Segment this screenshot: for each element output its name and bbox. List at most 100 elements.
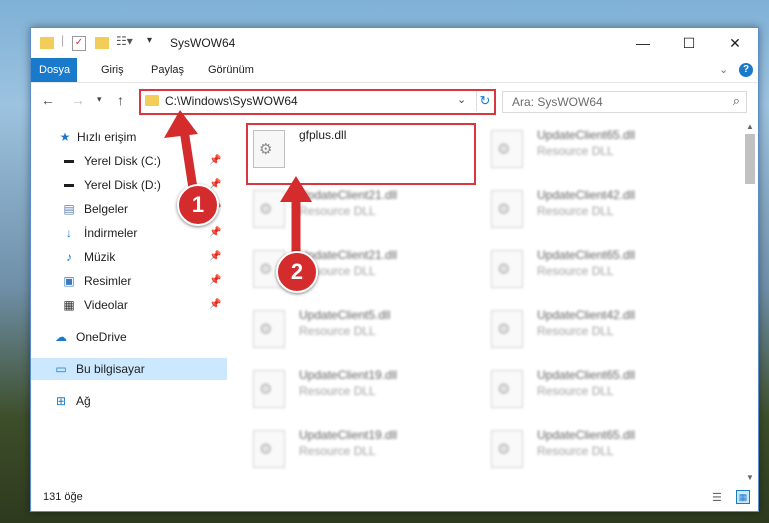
pictures-icon: ▣ xyxy=(63,274,75,288)
forward-arrow-icon[interactable]: → xyxy=(71,92,85,108)
sidebar-item-label: Bu bilgisayar xyxy=(76,362,145,376)
customize-icon[interactable]: ☷▾ xyxy=(116,34,133,50)
dll-file-icon: ⚙ xyxy=(253,430,285,468)
file-item[interactable]: ⚙ UpdateClient42.dll Resource DLL xyxy=(465,300,695,356)
scrollbar-thumb[interactable] xyxy=(745,134,755,184)
item-count: 131 öğe xyxy=(43,491,83,503)
step-badge-1: 1 xyxy=(177,184,219,226)
file-name: UpdateClient65.dll xyxy=(537,128,636,142)
window-title: SysWOW64 xyxy=(170,36,236,50)
details-view-icon[interactable]: ☰ xyxy=(712,491,722,504)
vertical-scrollbar[interactable]: ▲ ▼ xyxy=(743,120,757,485)
file-type: Resource DLL xyxy=(537,204,614,218)
sidebar-item-label: Resimler xyxy=(84,274,132,288)
address-row: ← → ▾ ↑ C:\Windows\SysWOW64 ⌄ ↻ Ara: Sys… xyxy=(31,83,758,117)
sidebar-item-label: Müzik xyxy=(84,250,116,264)
pin-icon[interactable]: 📌 xyxy=(209,294,221,316)
file-name: UpdateClient65.dll xyxy=(537,368,636,382)
file-type: Resource DLL xyxy=(537,444,614,458)
explorer-window: | ✓ ☷▾ ▾ SysWOW64 — ☐ ✕ Dosya Giriş Payl… xyxy=(30,27,759,512)
ribbon-tabs: Dosya Giriş Paylaş Görünüm ⌄ ? xyxy=(31,58,758,83)
file-item[interactable]: ⚙ UpdateClient65.dll Resource DLL xyxy=(465,240,695,296)
recent-dropdown-icon[interactable]: ▾ xyxy=(97,94,102,105)
chevron-down-icon[interactable]: ⌄ xyxy=(719,63,728,76)
help-icon[interactable]: ? xyxy=(739,63,753,77)
file-type: Resource DLL xyxy=(537,384,614,398)
tab-view[interactable]: Görünüm xyxy=(198,58,264,82)
search-input[interactable]: Ara: SysWOW64 ⌕ xyxy=(502,91,747,113)
cloud-icon: ☁ xyxy=(55,330,67,344)
document-icon: ▤ xyxy=(63,202,75,216)
properties-icon[interactable]: ✓ xyxy=(72,36,86,51)
computer-icon: ▭ xyxy=(55,362,67,376)
dll-file-icon: ⚙ xyxy=(491,370,523,408)
sidebar-item-label: Hızlı erişim xyxy=(77,130,137,144)
file-item[interactable]: ⚙ UpdateClient65.dll Resource DLL xyxy=(465,420,695,476)
dll-file-icon: ⚙ xyxy=(491,430,523,468)
file-item[interactable]: ⚙ UpdateClient21.dll Resource DLL xyxy=(227,180,457,236)
sidebar-item-label: Yerel Disk (D:) xyxy=(84,178,161,192)
search-placeholder: Ara: SysWOW64 xyxy=(512,95,603,109)
file-type: Resource DLL xyxy=(299,324,376,338)
file-name: UpdateClient65.dll xyxy=(537,248,636,262)
file-type: Resource DLL xyxy=(537,264,614,278)
sidebar-item-label: Belgeler xyxy=(84,202,129,216)
title-bar: | ✓ ☷▾ ▾ SysWOW64 — ☐ ✕ xyxy=(31,28,758,58)
sidebar-item-label: OneDrive xyxy=(76,330,127,344)
file-item[interactable]: ⚙ UpdateClient19.dll Resource DLL xyxy=(227,360,457,416)
file-item[interactable]: ⚙ UpdateClient42.dll Resource DLL xyxy=(465,180,695,236)
file-name: UpdateClient42.dll xyxy=(537,308,636,322)
large-icons-view-icon[interactable]: ▦ xyxy=(736,490,750,504)
tab-home[interactable]: Giriş xyxy=(91,58,134,82)
dll-file-icon: ⚙ xyxy=(491,130,523,168)
file-name: UpdateClient65.dll xyxy=(537,428,636,442)
sidebar-item-onedrive[interactable]: ☁ OneDrive xyxy=(31,326,227,348)
video-icon: ▦ xyxy=(63,298,75,312)
dll-file-icon: ⚙ xyxy=(253,370,285,408)
file-type: Resource DLL xyxy=(299,384,376,398)
new-folder-icon[interactable] xyxy=(95,37,109,49)
sidebar-item-label: Yerel Disk (C:) xyxy=(84,154,161,168)
file-type: Resource DLL xyxy=(537,144,614,158)
separator-icon: | xyxy=(61,33,65,47)
sidebar-item-label: İndirmeler xyxy=(84,226,138,240)
minimize-button[interactable]: — xyxy=(620,28,666,58)
close-button[interactable]: ✕ xyxy=(712,28,758,58)
dll-file-icon: ⚙ xyxy=(491,190,523,228)
file-item[interactable]: ⚙ UpdateClient21.dll Resource DLL xyxy=(227,240,457,296)
file-name: UpdateClient19.dll xyxy=(299,368,398,382)
star-icon: ★ xyxy=(59,130,71,144)
dll-file-icon: ⚙ xyxy=(491,310,523,348)
file-name: UpdateClient5.dll xyxy=(299,308,391,322)
arrow-1 xyxy=(164,110,199,200)
network-icon: ⊞ xyxy=(55,394,67,408)
file-item[interactable]: ⚙ UpdateClient65.dll Resource DLL xyxy=(465,120,695,176)
scroll-down-icon[interactable]: ▼ xyxy=(743,473,757,482)
status-bar: 131 öğe ☰ ▦ xyxy=(31,488,758,510)
qa-dropdown-icon[interactable]: ▾ xyxy=(147,35,152,51)
maximize-button[interactable]: ☐ xyxy=(666,28,712,58)
tab-share[interactable]: Paylaş xyxy=(141,58,194,82)
sidebar-item-videos[interactable]: ▦ Videolar 📌 xyxy=(31,294,227,316)
scroll-up-icon[interactable]: ▲ xyxy=(743,122,757,131)
sidebar-item-label: Ağ xyxy=(76,394,91,408)
file-item[interactable]: ⚙ UpdateClient19.dll Resource DLL xyxy=(227,420,457,476)
file-item[interactable]: ⚙ UpdateClient5.dll Resource DLL xyxy=(227,300,457,356)
folder-icon xyxy=(145,95,159,106)
back-arrow-icon[interactable]: ← xyxy=(41,92,55,108)
tab-file[interactable]: Dosya xyxy=(31,58,77,82)
sidebar-item-network[interactable]: ⊞ Ağ xyxy=(31,390,227,412)
address-dropdown-icon[interactable]: ⌄ xyxy=(457,93,466,106)
dll-file-icon: ⚙ xyxy=(253,310,285,348)
dll-file-icon: ⚙ xyxy=(491,250,523,288)
file-item[interactable]: ⚙ UpdateClient65.dll Resource DLL xyxy=(465,360,695,416)
sidebar-item-label: Videolar xyxy=(84,298,128,312)
sidebar-item-this-pc[interactable]: ▭ Bu bilgisayar xyxy=(31,358,227,380)
file-name: UpdateClient19.dll xyxy=(299,428,398,442)
refresh-icon[interactable]: ↻ xyxy=(476,91,493,111)
music-icon: ♪ xyxy=(66,250,72,264)
search-icon[interactable]: ⌕ xyxy=(733,93,740,109)
up-arrow-icon[interactable]: ↑ xyxy=(117,92,124,108)
drive-icon: ▬ xyxy=(64,155,74,166)
download-icon: ↓ xyxy=(66,226,72,240)
